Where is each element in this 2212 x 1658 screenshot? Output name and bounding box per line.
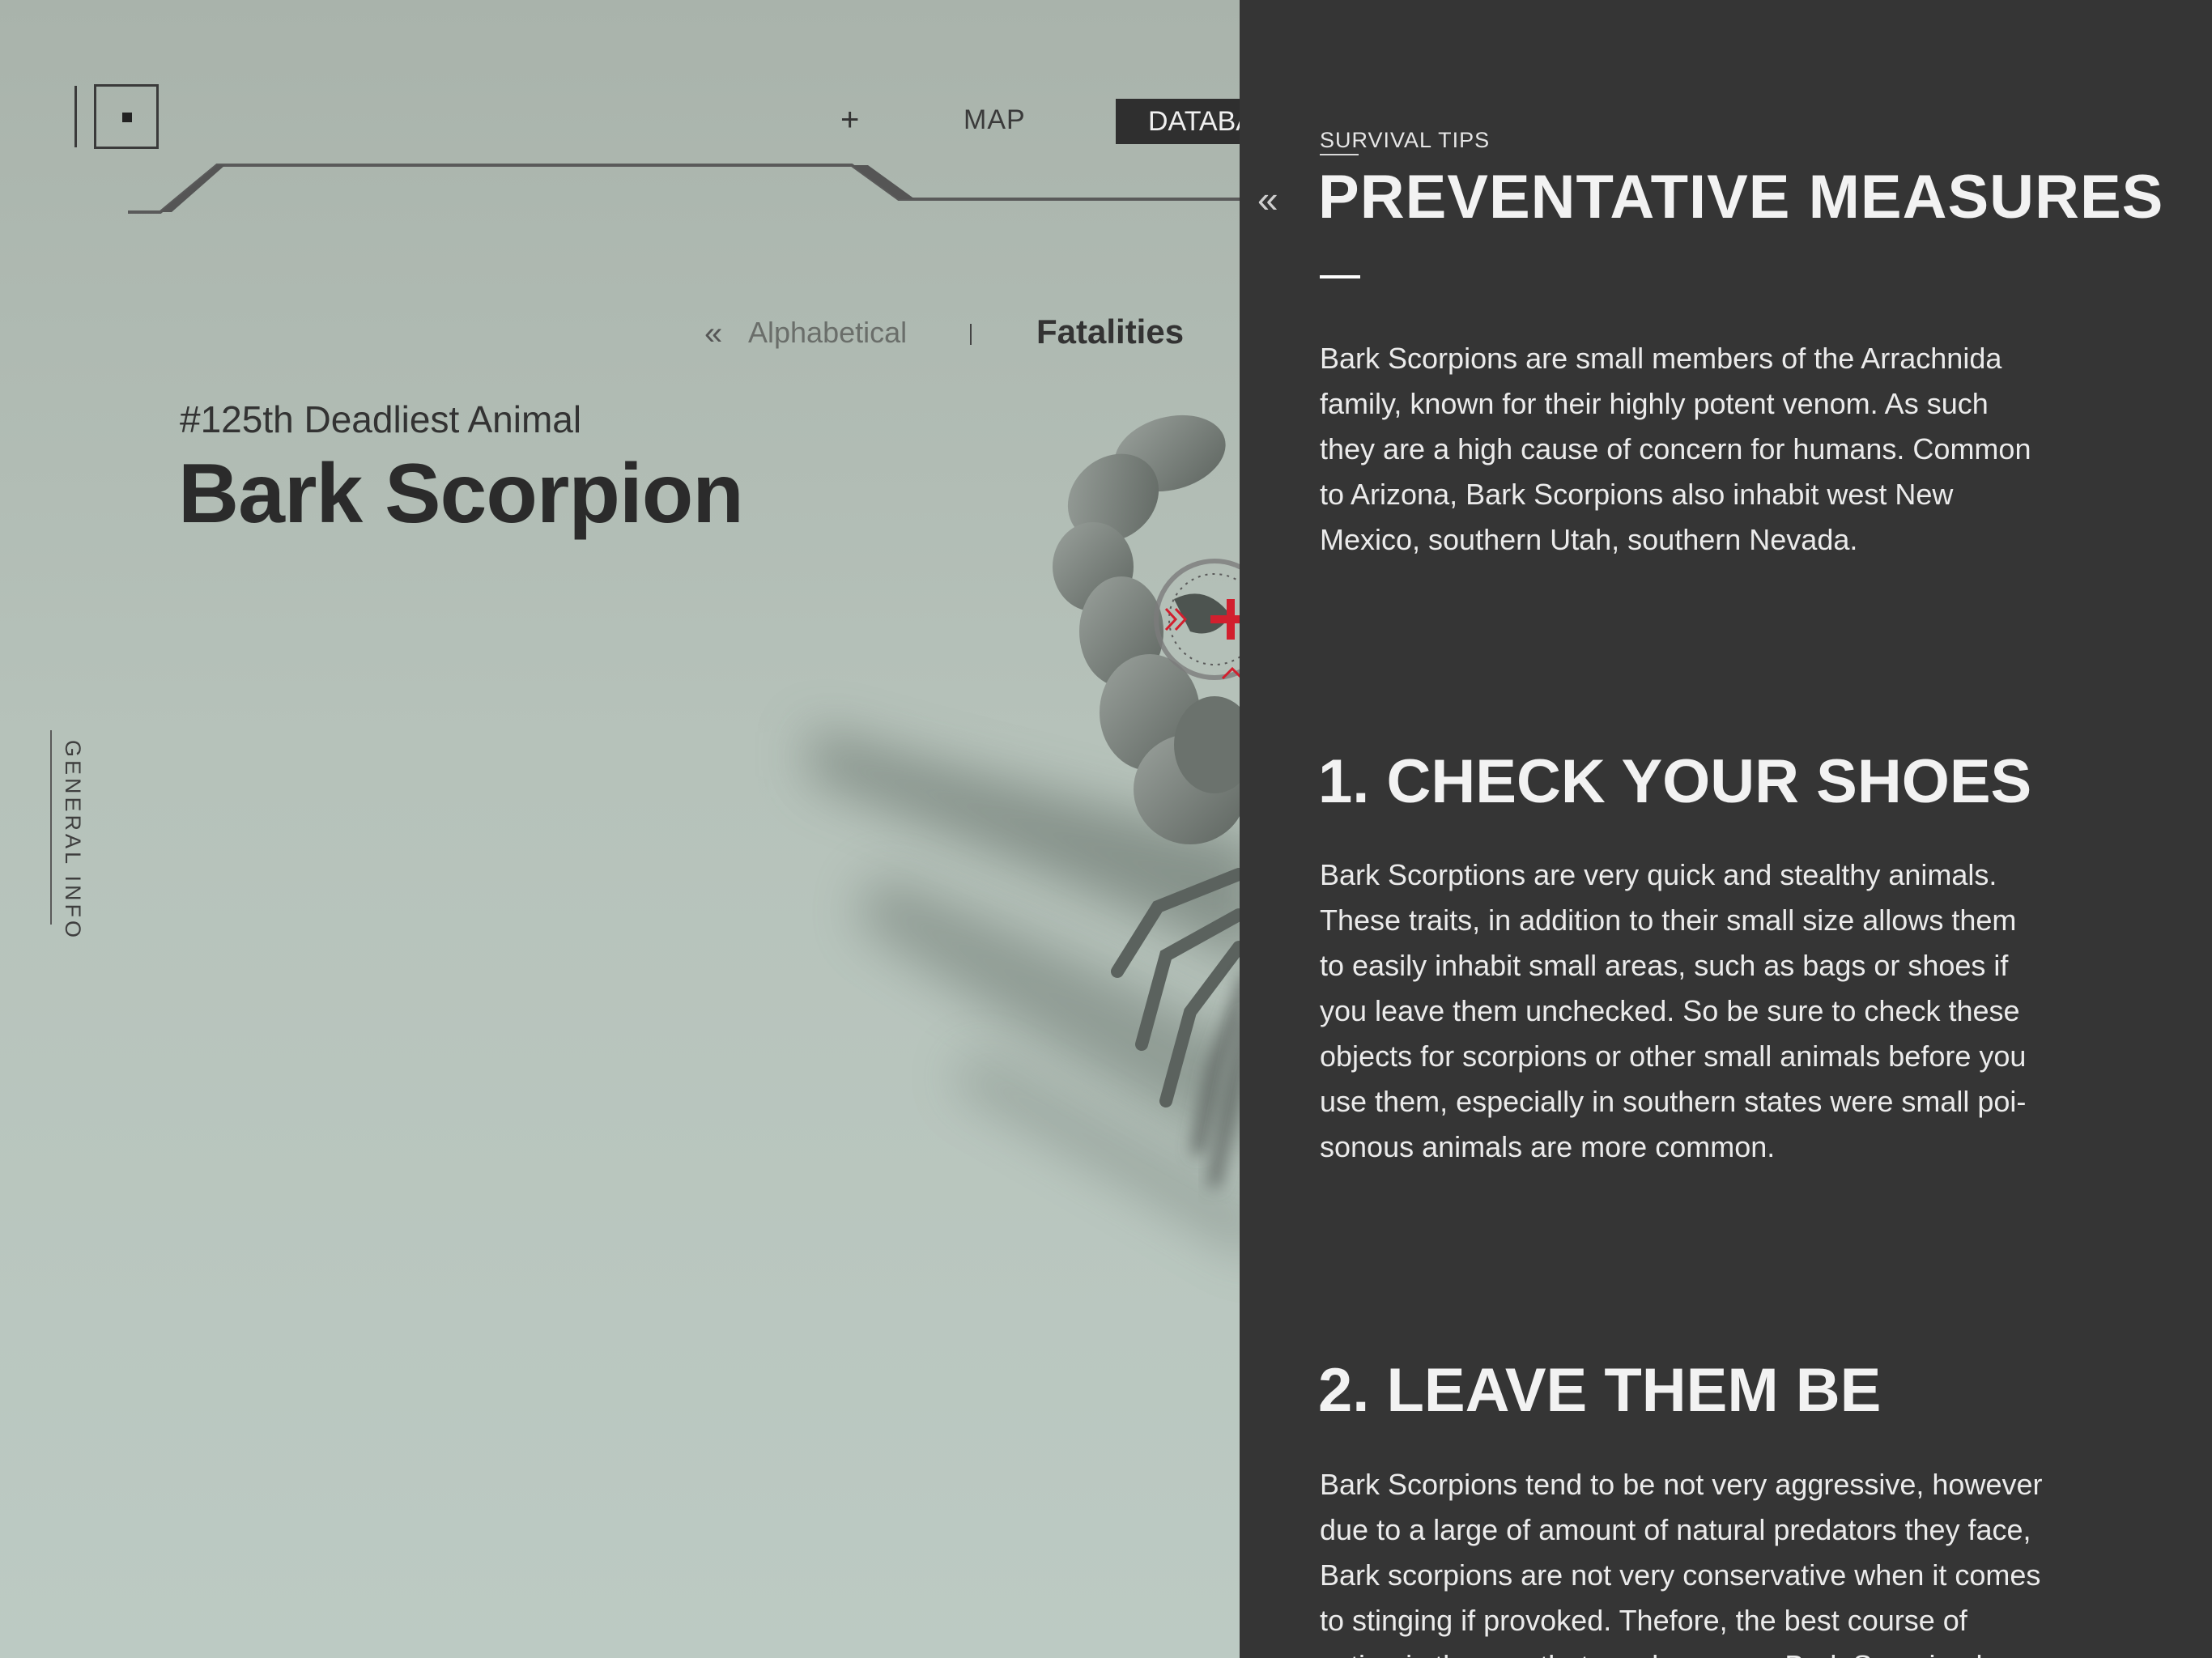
app-screen: + MAP DATABA « Alphabetical Fatalities #… [0, 0, 2212, 1658]
menu-button[interactable] [94, 84, 159, 149]
sort-alphabetical[interactable]: Alphabetical [748, 314, 907, 351]
sort-divider [970, 324, 972, 345]
sort-fatalities[interactable]: Fatalities [1036, 311, 1184, 353]
scorpion-tail [1053, 414, 1255, 844]
title-divider [1320, 275, 1360, 278]
collapse-panel-icon[interactable]: « [1257, 178, 1278, 220]
add-button[interactable]: + [840, 99, 859, 141]
section-body: Bark Scorptions are very quick and steal… [1320, 858, 2027, 1163]
side-tab-line [50, 730, 52, 925]
nav-map-link[interactable]: MAP [963, 100, 1026, 139]
survival-tips-panel: « SURVIVAL TIPS PREVENTATIVE MEASURES Ba… [1240, 0, 2212, 1658]
panel-title: PREVENTATIVE MEASURES [1318, 163, 2164, 232]
panel-eyebrow: SURVIVAL TIPS [1320, 128, 1491, 152]
panel-intro: Bark Scorpions are small members of the … [1320, 342, 2031, 556]
menu-divider [74, 86, 77, 147]
section-heading: 1. CHECK YOUR SHOES [1318, 747, 2032, 816]
scorpion-photo [128, 164, 1263, 1263]
menu-icon [122, 113, 132, 122]
section-heading: 2. LEAVE THEM BE [1318, 1356, 1882, 1425]
chevron-left-icon[interactable]: « [704, 316, 722, 351]
section-body: Bark Scorpions tend to be not very aggre… [1320, 1468, 2043, 1658]
header-frame-line [128, 164, 1251, 214]
eyebrow-underline [1320, 154, 1359, 155]
animal-rank: #125th Deadliest Animal [180, 398, 582, 440]
general-info-tab[interactable]: GENERAL INFO [60, 740, 85, 941]
animal-name: Bark Scorpion [178, 447, 744, 541]
